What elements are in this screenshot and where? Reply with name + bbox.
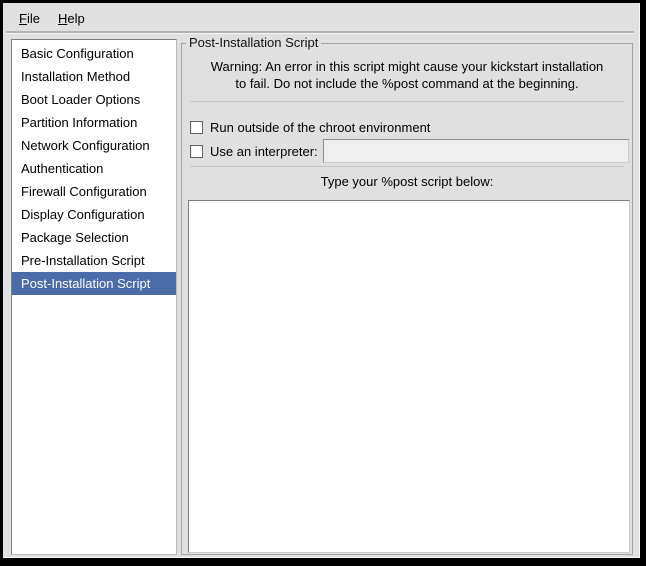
sidebar-item-package-selection[interactable]: Package Selection (12, 226, 176, 249)
app-window: File Help Basic Configuration Installati… (0, 0, 646, 566)
warning-text: Warning: An error in this script might c… (182, 58, 632, 92)
post-script-textarea[interactable] (188, 200, 630, 553)
section-list[interactable]: Basic Configuration Installation Method … (11, 39, 177, 555)
menu-file-label: ile (27, 11, 40, 26)
post-installation-frame: Post-Installation Script Warning: An err… (181, 43, 633, 555)
sidebar-item-boot-loader-options[interactable]: Boot Loader Options (12, 88, 176, 111)
warning-line-2: to fail. Do not include the %post comman… (182, 75, 632, 92)
menu-help-label: elp (67, 11, 84, 26)
menu-help-accel: H (58, 11, 67, 26)
sidebar-item-post-installation-script[interactable]: Post-Installation Script (12, 272, 176, 295)
sidebar-item-authentication[interactable]: Authentication (12, 157, 176, 180)
window-background: File Help Basic Configuration Installati… (3, 3, 640, 558)
menubar: File Help (6, 6, 634, 31)
chroot-checkbox-label[interactable]: Run outside of the chroot environment (210, 120, 430, 135)
interpreter-entry[interactable] (323, 139, 629, 163)
separator-bottom (190, 166, 624, 167)
separator-top (190, 101, 624, 102)
menu-file-accel: F (19, 11, 27, 26)
chroot-option-row: Run outside of the chroot environment (190, 114, 629, 140)
menu-file[interactable]: File (10, 8, 49, 29)
warning-line-1: Warning: An error in this script might c… (182, 58, 632, 75)
interpreter-option-row: Use an interpreter: (190, 138, 629, 164)
frame-title: Post-Installation Script (186, 35, 321, 50)
script-area-label: Type your %post script below: (182, 174, 632, 189)
chroot-checkbox[interactable] (190, 121, 203, 134)
sidebar-item-display-configuration[interactable]: Display Configuration (12, 203, 176, 226)
interpreter-checkbox-label[interactable]: Use an interpreter: (210, 144, 318, 159)
sidebar-item-installation-method[interactable]: Installation Method (12, 65, 176, 88)
menu-help[interactable]: Help (49, 8, 94, 29)
menubar-separator (6, 31, 634, 33)
sidebar-item-network-configuration[interactable]: Network Configuration (12, 134, 176, 157)
sidebar-item-basic-configuration[interactable]: Basic Configuration (12, 42, 176, 65)
sidebar-item-partition-information[interactable]: Partition Information (12, 111, 176, 134)
sidebar-item-firewall-configuration[interactable]: Firewall Configuration (12, 180, 176, 203)
sidebar-item-pre-installation-script[interactable]: Pre-Installation Script (12, 249, 176, 272)
interpreter-checkbox[interactable] (190, 145, 203, 158)
